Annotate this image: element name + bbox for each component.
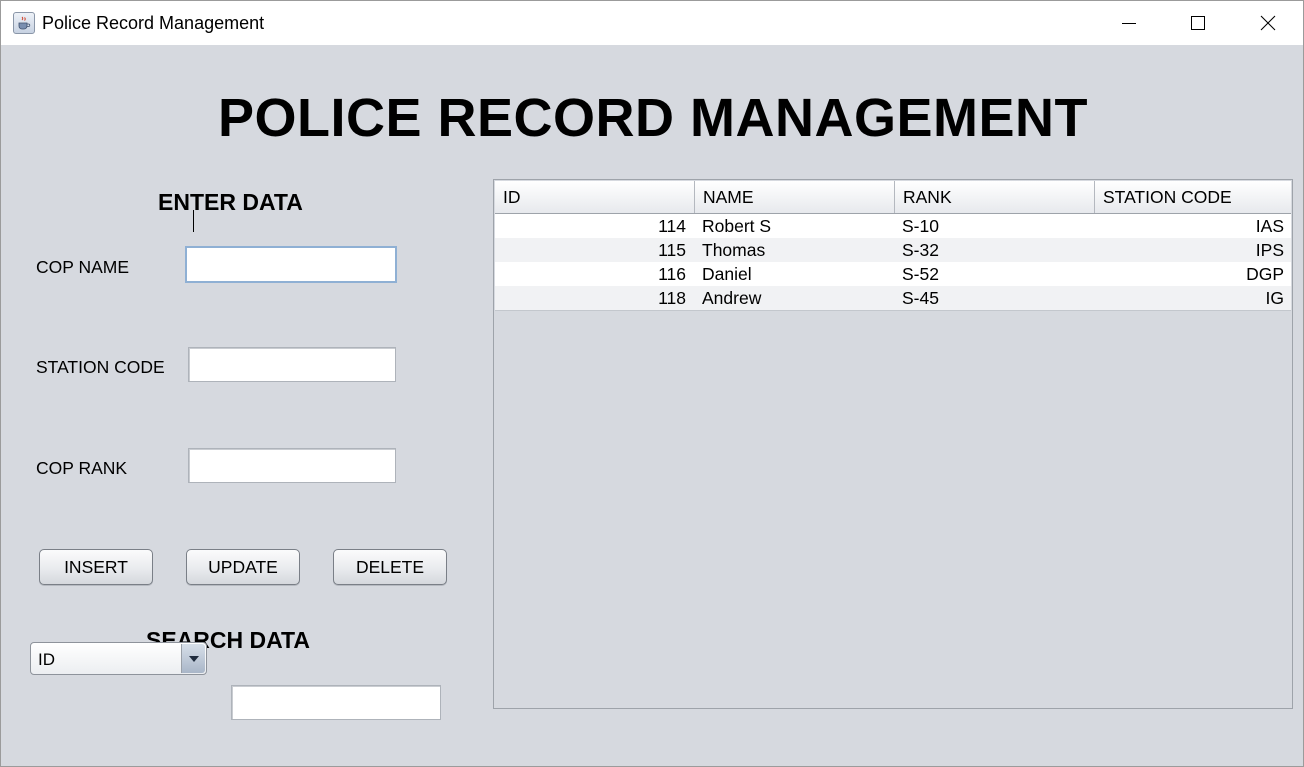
cell-station-code: IAS bbox=[1255, 216, 1284, 236]
cop-rank-input[interactable] bbox=[188, 448, 396, 483]
cell-station-code: IG bbox=[1265, 288, 1284, 308]
search-input[interactable] bbox=[231, 685, 441, 720]
table-row[interactable]: 114 Robert S S-10 IAS bbox=[495, 214, 1291, 238]
cell-rank: S-10 bbox=[902, 216, 939, 236]
minimize-icon bbox=[1122, 23, 1136, 24]
dropdown-arrow-button[interactable] bbox=[181, 644, 205, 673]
table-body: 114 Robert S S-10 IAS 115 Thomas S-32 IP… bbox=[495, 214, 1291, 310]
table-row[interactable]: 118 Andrew S-45 IG bbox=[495, 286, 1291, 310]
cop-name-label: COP NAME bbox=[36, 257, 130, 277]
search-field-selected-value: ID bbox=[38, 650, 55, 669]
insert-button[interactable]: INSERT bbox=[39, 549, 153, 585]
cell-name: Robert S bbox=[702, 216, 772, 236]
cell-rank: S-32 bbox=[902, 240, 939, 260]
column-header-name[interactable]: NAME bbox=[695, 181, 895, 213]
cell-name: Daniel bbox=[702, 264, 752, 284]
cell-id: 118 bbox=[658, 288, 686, 308]
table-row[interactable]: 116 Daniel S-52 DGP bbox=[495, 262, 1291, 286]
cell-name: Andrew bbox=[702, 288, 762, 308]
cell-id: 115 bbox=[658, 240, 686, 260]
maximize-button[interactable] bbox=[1164, 1, 1232, 45]
table-row[interactable]: 115 Thomas S-32 IPS bbox=[495, 238, 1291, 262]
cell-rank: S-52 bbox=[902, 264, 939, 284]
column-header-id[interactable]: ID bbox=[495, 181, 695, 213]
table-header: ID NAME RANK STATION CODE bbox=[495, 181, 1291, 214]
table-rows-divider bbox=[495, 310, 1291, 311]
chevron-down-icon bbox=[189, 656, 199, 662]
minimize-button[interactable] bbox=[1095, 1, 1163, 45]
delete-button[interactable]: DELETE bbox=[333, 549, 447, 585]
column-header-rank[interactable]: RANK bbox=[895, 181, 1095, 213]
title-bar: Police Record Management bbox=[1, 1, 1303, 45]
cell-station-code: DGP bbox=[1246, 264, 1284, 284]
maximize-icon bbox=[1191, 16, 1205, 30]
enter-data-heading: ENTER DATA bbox=[158, 189, 303, 215]
text-caret bbox=[193, 210, 194, 232]
close-button[interactable] bbox=[1234, 1, 1302, 45]
cell-id: 114 bbox=[658, 216, 686, 236]
content-panel: POLICE RECORD MANAGEMENT ENTER DATA COP … bbox=[1, 45, 1303, 766]
close-icon bbox=[1260, 15, 1276, 31]
update-button[interactable]: UPDATE bbox=[186, 549, 300, 585]
cell-station-code: IPS bbox=[1255, 240, 1284, 260]
page-title: POLICE RECORD MANAGEMENT bbox=[217, 88, 1088, 148]
cop-rank-label: COP RANK bbox=[36, 458, 128, 478]
search-field-select[interactable]: ID bbox=[30, 642, 207, 675]
cell-rank: S-45 bbox=[902, 288, 939, 308]
records-table: ID NAME RANK STATION CODE 114 Robert S S… bbox=[493, 179, 1293, 709]
window-title: Police Record Management bbox=[42, 13, 265, 33]
cop-name-input[interactable] bbox=[185, 246, 397, 283]
column-header-station-code[interactable]: STATION CODE bbox=[1095, 181, 1291, 213]
java-coffee-cup-icon[interactable] bbox=[13, 12, 35, 34]
station-code-label: STATION CODE bbox=[36, 357, 165, 377]
station-code-input[interactable] bbox=[188, 347, 396, 382]
cell-id: 116 bbox=[658, 264, 686, 284]
app-window: Police Record Management POLICE RECORD M… bbox=[0, 0, 1304, 767]
cell-name: Thomas bbox=[702, 240, 766, 260]
